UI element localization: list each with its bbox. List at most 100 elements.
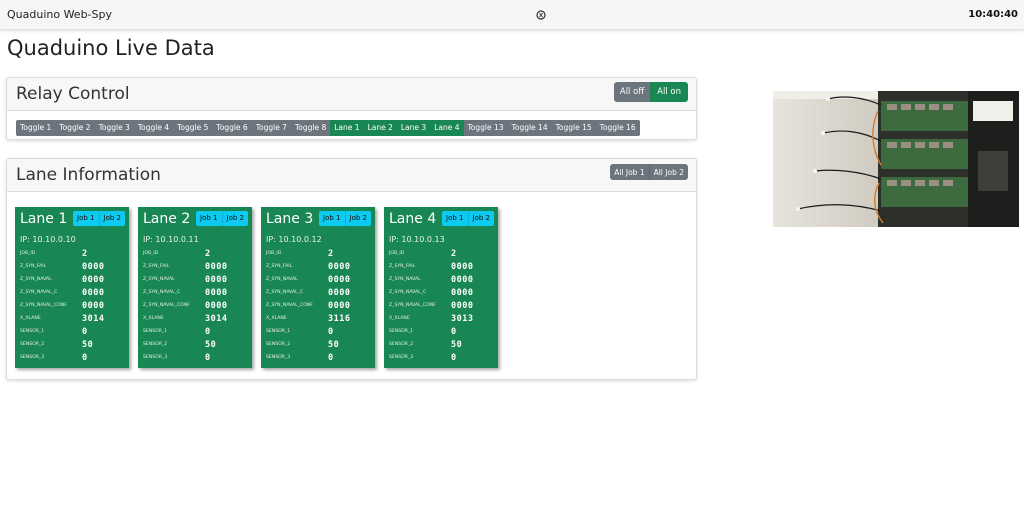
lane-field-row: X_XLANE 3014 [20, 312, 126, 325]
lane-job-group: Job 1 Job 2 [319, 211, 371, 226]
lane-field-value: 3116 [328, 313, 351, 324]
lane-field-value: 0 [328, 352, 334, 363]
relay-toggle-15-button[interactable]: Toggle 15 [551, 120, 596, 136]
all-on-button[interactable]: All on [650, 82, 688, 102]
lane-field-row: Z_SYN_FAIL 0000 [20, 260, 126, 273]
lane-title: Lane 2 [143, 211, 191, 227]
clock: 10:40:40 [968, 9, 1018, 20]
lane-job1-button[interactable]: Job 1 [196, 211, 222, 226]
lane-job1-button[interactable]: Job 1 [73, 211, 99, 226]
lane-field-value: 0 [82, 352, 88, 363]
relay-toggle-14-button[interactable]: Toggle 14 [507, 120, 552, 136]
relay-toggle-5-button[interactable]: Toggle 5 [173, 120, 213, 136]
lane-field-key: Z_SYN_NAVAL_C [266, 290, 304, 295]
lane-title: Lane 1 [20, 211, 68, 227]
relay-toggle-10-button[interactable]: Lane 2 [363, 120, 397, 136]
lane-field-row: Z_SYN_FAIL 0000 [143, 260, 249, 273]
relay-toggle-2-button[interactable]: Toggle 2 [55, 120, 95, 136]
all-job1-button[interactable]: All Job 1 [610, 164, 649, 180]
lane-field-value: 0000 [205, 274, 228, 285]
lane-field-value: 50 [451, 339, 463, 350]
lane-field-key: X_XLANE [266, 316, 287, 321]
lane-field-key: Z_SYN_NAVAL_C [143, 290, 181, 295]
app-title: Quaduino Web-Spy [7, 8, 113, 21]
lane-field-row: SENSOR_3 0 [20, 351, 126, 364]
lane-job2-button[interactable]: Job 2 [98, 211, 125, 226]
lane-field-row: Z_SYN_NAVAL_CONF 0000 [143, 299, 249, 312]
lane-field-value: 0000 [205, 261, 228, 272]
lane-field-value: 0000 [82, 300, 105, 311]
lane-field-row: JOB_ID 2 [20, 247, 126, 260]
lane-field-value: 0000 [451, 300, 474, 311]
lane-field-key: Z_SYN_NAVAL [266, 277, 298, 282]
lane-information-header: Lane Information All Job 1 All Job 2 [7, 159, 696, 192]
relay-toggle-12-button[interactable]: Lane 4 [430, 120, 464, 136]
lane-field-key: Z_SYN_NAVAL_C [389, 290, 427, 295]
lane-field-key: JOB_ID [20, 251, 36, 256]
relay-toggle-7-button[interactable]: Toggle 7 [251, 120, 291, 136]
lane-field-row: Z_SYN_NAVAL_C 0000 [266, 286, 372, 299]
lane-field-key: SENSOR_1 [266, 329, 291, 334]
relay-toggle-9-button[interactable]: Lane 1 [330, 120, 364, 136]
lane-field-value: 0000 [205, 287, 228, 298]
relay-toggle-16-button[interactable]: Toggle 16 [595, 120, 640, 136]
lane-field-row: SENSOR_1 0 [20, 325, 126, 338]
lane-field-row: JOB_ID 2 [389, 247, 495, 260]
page-title: Quaduino Live Data [7, 36, 215, 60]
lane-job2-button[interactable]: Job 2 [344, 211, 371, 226]
all-toggle-group: All off All on [613, 82, 688, 102]
lane-field-key: Z_SYN_NAVAL_CONF [20, 303, 67, 308]
lane-field-value: 0 [205, 352, 211, 363]
lane-field-key: Z_SYN_NAVAL [143, 277, 175, 282]
lane-field-value: 50 [328, 339, 340, 350]
relay-toggle-13-button[interactable]: Toggle 13 [463, 120, 508, 136]
lane-ip: IP: 10.10.0.11 [143, 235, 199, 244]
lane-field-value: 3014 [205, 313, 228, 324]
lane-field-row: SENSOR_2 50 [20, 338, 126, 351]
lane-field-value: 0 [205, 326, 211, 337]
relay-toggle-3-button[interactable]: Toggle 3 [94, 120, 134, 136]
lane-job-group: Job 1 Job 2 [73, 211, 125, 226]
lane-field-key: SENSOR_2 [20, 342, 45, 347]
lane-field-value: 0 [451, 352, 457, 363]
lane-field-row: SENSOR_2 50 [389, 338, 495, 351]
lane-field-row: JOB_ID 2 [143, 247, 249, 260]
lane-field-value: 0000 [451, 287, 474, 298]
lane-job1-button[interactable]: Job 1 [319, 211, 345, 226]
relay-toggle-4-button[interactable]: Toggle 4 [133, 120, 174, 136]
lane-field-row: Z_SYN_NAVAL_C 0000 [20, 286, 126, 299]
relay-toggle-6-button[interactable]: Toggle 6 [212, 120, 252, 136]
relay-toggle-1-button[interactable]: Toggle 1 [16, 120, 56, 136]
lane-field-key: Z_SYN_NAVAL_CONF [266, 303, 313, 308]
lane-field-row: X_XLANE 3014 [143, 312, 249, 325]
lane-information-card: Lane Information All Job 1 All Job 2 Lan… [6, 158, 697, 380]
lane-job2-button[interactable]: Job 2 [221, 211, 248, 226]
lane-field-list: JOB_ID 2 Z_SYN_FAIL 0000 Z_SYN_NAVAL 0000 Z_SY… [20, 247, 126, 364]
lane-field-row: SENSOR_3 0 [389, 351, 495, 364]
lane-field-row: Z_SYN_NAVAL 0000 [266, 273, 372, 286]
all-job2-button[interactable]: All Job 2 [648, 164, 688, 180]
lane-field-key: SENSOR_2 [143, 342, 168, 347]
lane-field-row: JOB_ID 2 [266, 247, 372, 260]
relay-control-card: Relay Control All off All on Toggle 1 Tog… [6, 77, 697, 140]
lane-field-key: SENSOR_3 [20, 355, 45, 360]
lane-information-title: Lane Information [16, 165, 161, 185]
lane-job1-button[interactable]: Job 1 [442, 211, 468, 226]
lane-field-row: Z_SYN_FAIL 0000 [389, 260, 495, 273]
relay-toggle-8-button[interactable]: Toggle 8 [290, 120, 331, 136]
relay-control-title: Relay Control [16, 84, 130, 104]
lane-card-4: Lane 4 Job 1 Job 2 IP: 10.10.0.13 JOB_ID 2 Z_S… [384, 207, 498, 368]
activity-indicator-icon[interactable] [536, 10, 546, 20]
lane-field-value: 0 [82, 326, 88, 337]
lane-field-row: SENSOR_1 0 [266, 325, 372, 338]
lane-field-value: 2 [451, 248, 457, 259]
lane-job2-button[interactable]: Job 2 [467, 211, 494, 226]
lane-field-key: X_XLANE [20, 316, 41, 321]
lane-field-row: SENSOR_3 0 [143, 351, 249, 364]
all-job-group: All Job 1 All Job 2 [610, 164, 688, 180]
lane-field-value: 2 [328, 248, 334, 259]
lane-field-key: SENSOR_1 [143, 329, 168, 334]
all-off-button[interactable]: All off [613, 82, 651, 102]
relay-toggle-11-button[interactable]: Lane 3 [396, 120, 431, 136]
lane-field-key: X_XLANE [143, 316, 164, 321]
